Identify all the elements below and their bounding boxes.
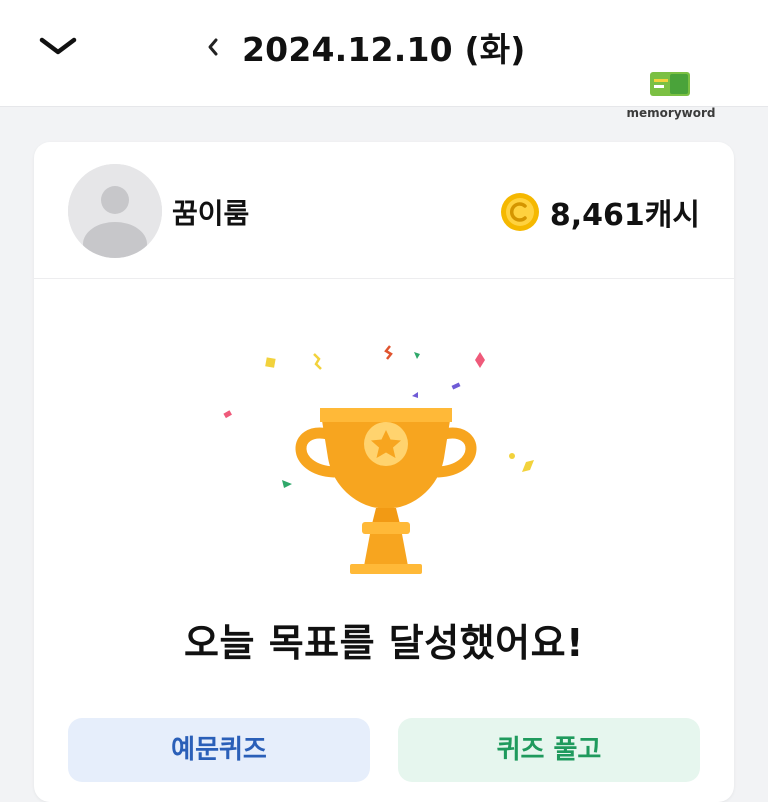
goal-achieved-message: 오늘 목표를 달성했어요! [184,621,584,665]
coin-icon [500,193,539,231]
cash-balance[interactable]: 8,461캐시 [500,190,700,234]
avatar[interactable] [68,164,162,258]
solve-quiz-button[interactable]: 퀴즈 풀고 [398,718,700,782]
brand-name: memoryword [626,106,716,120]
cash-amount: 8,461캐시 [549,198,700,233]
trophy-icon [223,345,534,574]
username: 꿈이룸 [172,197,250,230]
achievement-card: 꿈이룸 8,461캐시 오늘 목표를 달성했어요! 예문퀴즈 퀴즈 풀고 [34,142,734,802]
date-navigator: 2024.12.10 (화) [206,22,526,72]
collapse-chevron-icon[interactable] [36,28,80,64]
default-avatar-icon [68,164,162,258]
profile-section: 꿈이룸 8,461캐시 [34,142,734,279]
current-date[interactable]: 2024.12.10 (화) [242,23,526,71]
example-quiz-button[interactable]: 예문퀴즈 [68,718,370,782]
top-header: 2024.12.10 (화) memoryword [0,0,768,120]
previous-date-icon[interactable] [206,37,220,57]
brand-badge-icon [650,72,690,96]
brand-logo: memoryword [616,70,726,126]
